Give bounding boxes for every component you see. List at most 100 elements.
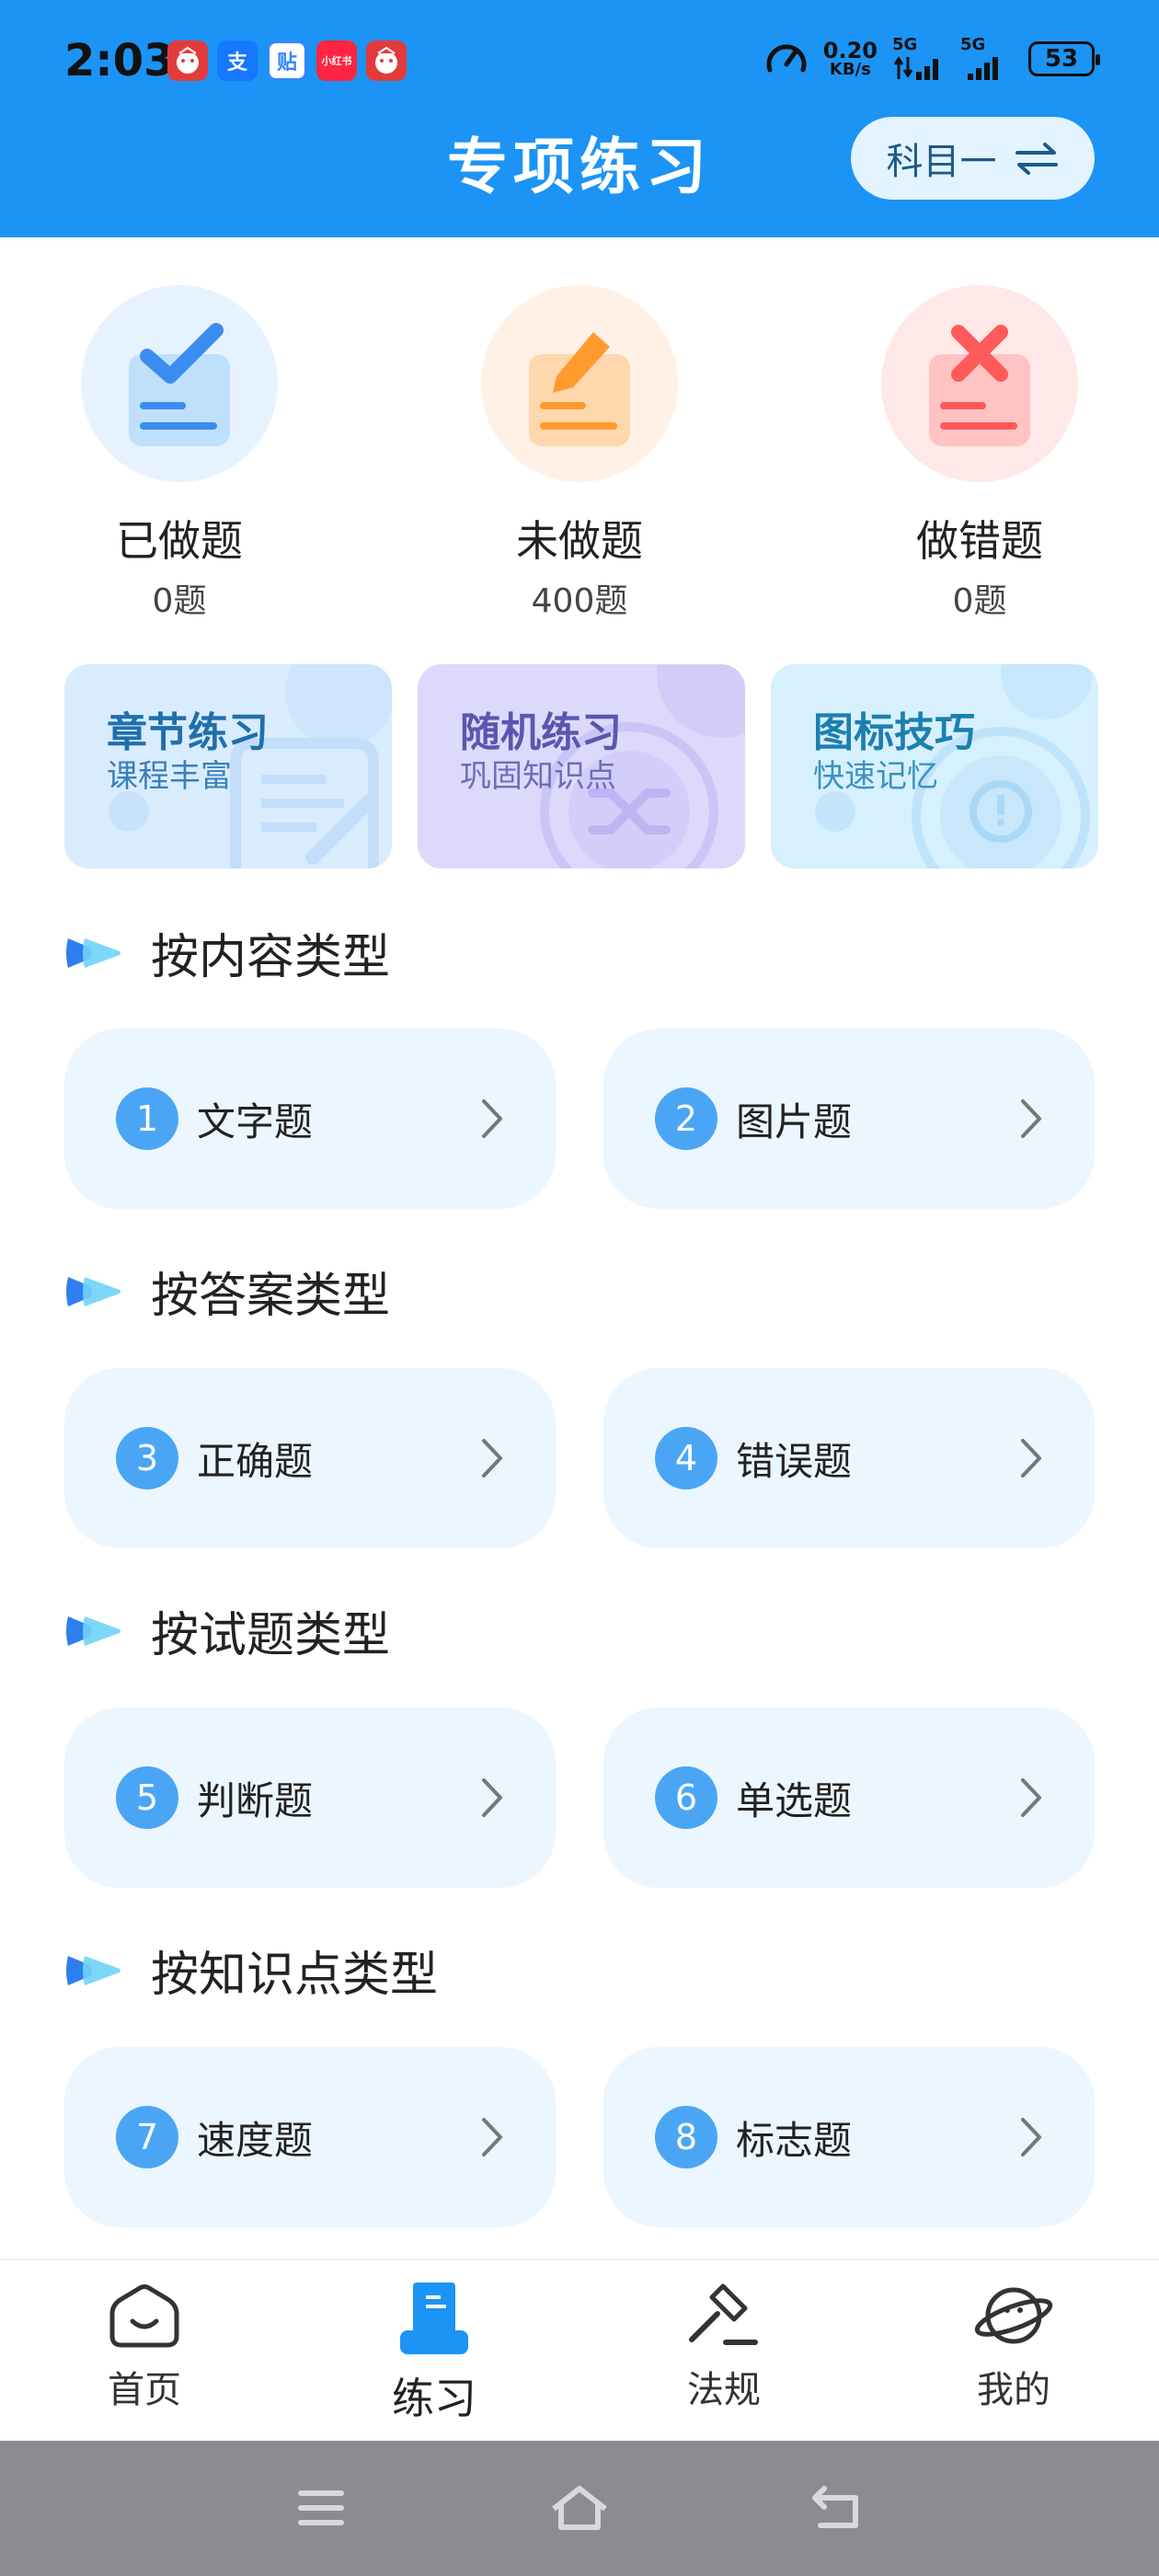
random-practice-subtitle: 巩固知识点 bbox=[460, 758, 616, 795]
status-indicators: 0.20 KB/s 5G 5G 53 bbox=[764, 37, 1100, 81]
tieba-icon: 贴 bbox=[267, 40, 307, 81]
xiaohongshu-icon: 小红书 bbox=[316, 40, 357, 81]
chevron-right-icon bbox=[482, 2118, 502, 2156]
nav-mine-label: 我的 bbox=[977, 2369, 1050, 2411]
pencil-clipboard-icon bbox=[529, 332, 630, 446]
speedometer-icon bbox=[766, 44, 807, 73]
section-question-type-label: 按试题类型 bbox=[151, 1608, 391, 1663]
tile-sign-question[interactable]: 8 标志题 bbox=[603, 2047, 1095, 2227]
subject-switch-label: 科目一 bbox=[886, 141, 997, 183]
tile-label: 图片题 bbox=[736, 1098, 853, 1144]
section-content-type-label: 按内容类型 bbox=[151, 930, 391, 985]
bottom-nav: 首页 练习 法规 我的 bbox=[0, 2259, 1159, 2441]
status-bar: 2:03 支 贴 小红书 0.20 KB/s 5G 5G 53 bbox=[0, 0, 1159, 124]
section-knowledge-type-label: 按知识点类型 bbox=[151, 1948, 439, 2003]
random-practice-title: 随机练习 bbox=[460, 709, 622, 756]
section-content-type-title: 按内容类型 bbox=[63, 918, 390, 987]
nav-practice-label: 练习 bbox=[392, 2374, 476, 2423]
nav-mine[interactable]: 我的 bbox=[922, 2279, 1106, 2413]
chevron-right-icon bbox=[1021, 1439, 1041, 1478]
random-practice-card[interactable]: 随机练习 巩固知识点 bbox=[418, 664, 745, 868]
stat-undone-count: 400题 bbox=[531, 582, 628, 620]
signal-2: 5G bbox=[960, 37, 1014, 81]
signal-1-label: 5G bbox=[892, 35, 918, 54]
app-icon-5 bbox=[366, 40, 407, 81]
check-clipboard-icon bbox=[129, 323, 230, 446]
tile-label: 单选题 bbox=[736, 1777, 853, 1823]
section-answer-type-title: 按答案类型 bbox=[63, 1257, 390, 1326]
net-speed-unit: KB/s bbox=[829, 60, 871, 79]
app-icon-1 bbox=[167, 40, 208, 81]
tile-image-question[interactable]: 2 图片题 bbox=[603, 1029, 1095, 1209]
tile-label: 判断题 bbox=[197, 1777, 314, 1823]
done-icon-circle bbox=[81, 285, 278, 482]
net-speed-value: 0.20 bbox=[822, 38, 878, 63]
signal-1: 5G bbox=[892, 37, 946, 81]
practice-icon bbox=[400, 2283, 468, 2354]
undone-icon-circle bbox=[481, 285, 678, 482]
tile-judgement-question[interactable]: 5 判断题 bbox=[64, 1708, 556, 1888]
section-knowledge-type-title: 按知识点类型 bbox=[63, 1936, 438, 2005]
section-marker-icon bbox=[66, 1955, 120, 1985]
nav-home[interactable]: 首页 bbox=[52, 2279, 236, 2413]
home-button-icon[interactable] bbox=[548, 2483, 611, 2533]
section-marker-icon bbox=[66, 1276, 120, 1306]
tile-speed-question[interactable]: 7 速度题 bbox=[64, 2047, 556, 2227]
stat-done[interactable]: 已做题 0题 bbox=[51, 285, 308, 622]
tile-single-choice-question[interactable]: 6 单选题 bbox=[603, 1708, 1095, 1888]
status-time: 2:03 bbox=[64, 35, 175, 86]
tile-text-question[interactable]: 1 文字题 bbox=[64, 1029, 556, 1209]
alipay-icon: 支 bbox=[217, 40, 258, 81]
wrong-icon-circle bbox=[881, 285, 1078, 482]
stats-row: 已做题 0题 未做题 400题 做错题 0题 bbox=[0, 237, 1159, 624]
subject-switch-button[interactable]: 科目一 bbox=[851, 117, 1095, 200]
tile-label: 错误题 bbox=[736, 1438, 853, 1484]
swap-icon bbox=[1015, 143, 1058, 175]
sign-tips-card[interactable]: 图标技巧 快速记忆 bbox=[771, 664, 1098, 868]
stat-wrong-count: 0题 bbox=[952, 582, 1007, 620]
gavel-icon bbox=[689, 2283, 758, 2345]
tile-badge: 8 bbox=[655, 2106, 717, 2168]
system-nav-bar bbox=[0, 2441, 1159, 2576]
chevron-right-icon bbox=[1021, 1099, 1041, 1138]
chevron-right-icon bbox=[1021, 1778, 1041, 1817]
chevron-right-icon bbox=[482, 1778, 502, 1817]
section-answer-type-label: 按答案类型 bbox=[151, 1269, 391, 1324]
stat-undone[interactable]: 未做题 400题 bbox=[451, 285, 708, 622]
cross-clipboard-icon bbox=[929, 325, 1030, 446]
nav-home-label: 首页 bbox=[108, 2369, 181, 2411]
chevron-right-icon bbox=[482, 1099, 502, 1138]
stat-undone-label: 未做题 bbox=[516, 516, 643, 566]
section-marker-icon bbox=[66, 1616, 120, 1646]
stat-done-label: 已做题 bbox=[116, 516, 243, 566]
header: 2:03 支 贴 小红书 0.20 KB/s 5G 5G 53 专项练习 科目一 bbox=[0, 0, 1159, 237]
section-question-type-title: 按试题类型 bbox=[63, 1596, 390, 1665]
chapter-practice-title: 章节练习 bbox=[107, 709, 269, 756]
back-icon[interactable] bbox=[808, 2483, 866, 2533]
tile-label: 标志题 bbox=[736, 2117, 853, 2163]
tile-wrong-question[interactable]: 4 错误题 bbox=[603, 1368, 1095, 1548]
tile-label: 文字题 bbox=[197, 1098, 314, 1144]
signal-bars-icon bbox=[893, 56, 938, 80]
tile-badge: 6 bbox=[655, 1766, 717, 1829]
battery-indicator: 53 bbox=[1028, 41, 1100, 76]
signal-bars-icon bbox=[968, 57, 998, 80]
nav-regulations[interactable]: 法规 bbox=[632, 2279, 816, 2413]
menu-icon[interactable] bbox=[293, 2483, 350, 2533]
stat-wrong[interactable]: 做错题 0题 bbox=[851, 285, 1108, 622]
chapter-practice-subtitle: 课程丰富 bbox=[107, 758, 232, 795]
tile-correct-question[interactable]: 3 正确题 bbox=[64, 1368, 556, 1548]
net-speed: 0.20 KB/s bbox=[823, 40, 878, 78]
tile-badge: 1 bbox=[116, 1087, 178, 1150]
nav-regulations-label: 法规 bbox=[687, 2369, 761, 2411]
chapter-practice-card[interactable]: 章节练习 课程丰富 bbox=[64, 664, 392, 868]
notification-icons: 支 贴 小红书 bbox=[167, 40, 407, 81]
tile-badge: 2 bbox=[655, 1087, 717, 1150]
signal-2-label: 5G bbox=[960, 35, 986, 54]
home-icon bbox=[109, 2284, 179, 2348]
stat-done-count: 0题 bbox=[152, 582, 207, 620]
planet-icon bbox=[974, 2287, 1053, 2344]
tile-label: 正确题 bbox=[197, 1438, 314, 1484]
nav-practice[interactable]: 练习 bbox=[342, 2279, 526, 2426]
chevron-right-icon bbox=[1021, 2118, 1041, 2156]
